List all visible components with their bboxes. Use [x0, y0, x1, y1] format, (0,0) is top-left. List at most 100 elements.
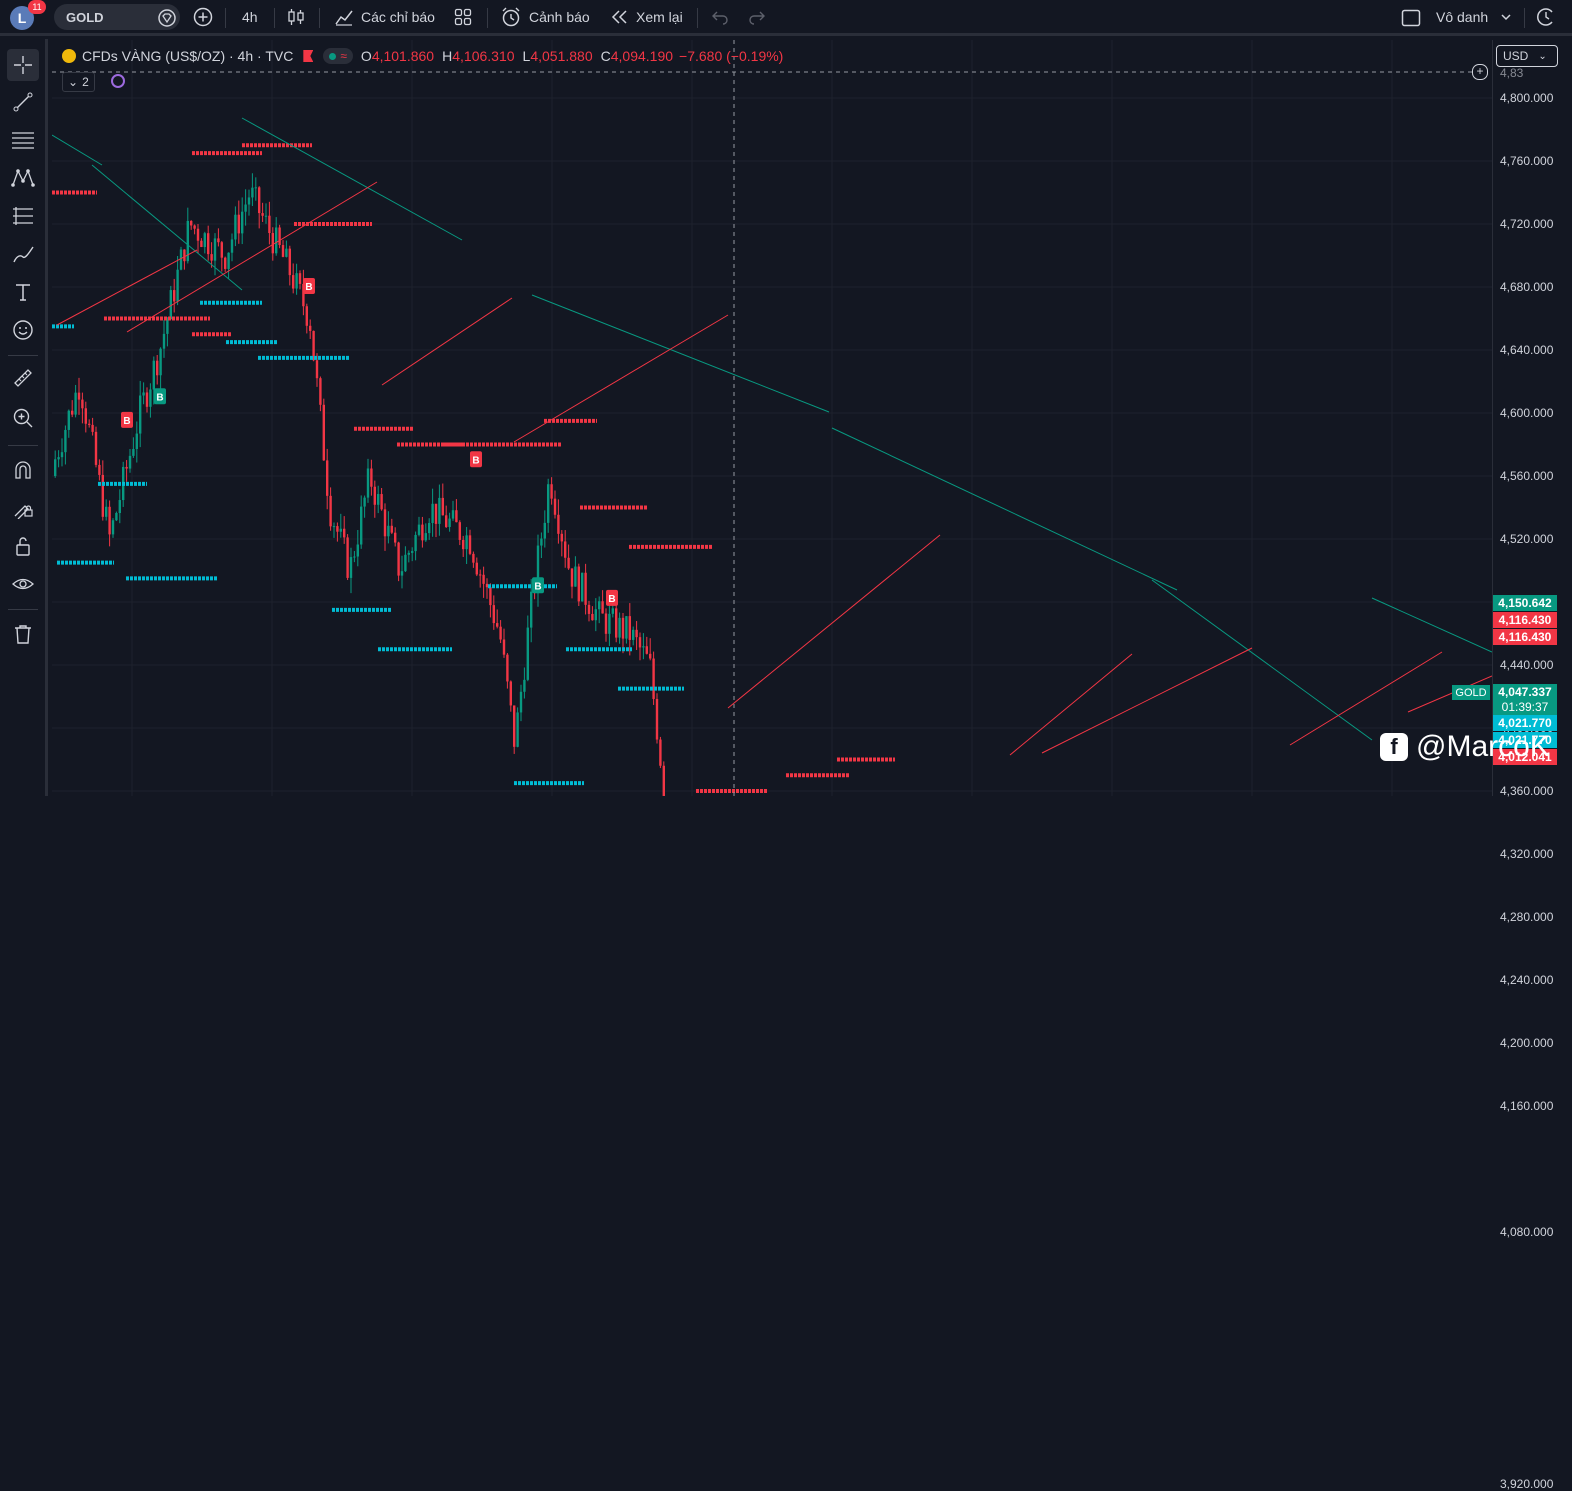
candle-body	[132, 449, 135, 456]
trend-line[interactable]	[727, 534, 941, 709]
quick-search-icon[interactable]	[1535, 6, 1557, 28]
ruler-icon[interactable]	[10, 365, 36, 391]
candle-body	[173, 290, 176, 302]
candle-body	[649, 653, 652, 659]
price-tick-label: 4,240.000	[1500, 973, 1554, 987]
price-tick-label: 4,720.000	[1500, 217, 1554, 231]
chevron-down-icon[interactable]	[1500, 12, 1512, 22]
alerts-button[interactable]: Cảnh báo	[529, 0, 590, 34]
candle-body	[581, 572, 584, 602]
candle-body	[363, 497, 366, 507]
price-tick-label: 3,920.000	[1500, 1477, 1554, 1491]
emoji-icon[interactable]	[10, 317, 36, 343]
add-price-line-icon[interactable]: +	[1472, 64, 1488, 80]
candle-body	[475, 562, 478, 575]
candle-body	[101, 474, 104, 517]
price-tag: 4,021.770	[1493, 715, 1557, 731]
templates-icon[interactable]	[454, 8, 472, 26]
price-chart[interactable]: BBBBBBBBBBBBB	[52, 40, 1492, 796]
refresh-icon[interactable]	[111, 74, 125, 88]
trend-line[interactable]	[1009, 653, 1133, 756]
text-tool-icon[interactable]	[10, 279, 36, 305]
price-tick-label: 4,440.000	[1500, 658, 1554, 672]
lock-drawing-icon[interactable]	[10, 495, 36, 521]
candle-body	[346, 537, 349, 578]
candle-body	[601, 601, 604, 614]
candle-body	[254, 187, 257, 189]
zoom-in-icon[interactable]	[10, 405, 36, 431]
replay-icon[interactable]	[610, 9, 628, 25]
layout-name-button[interactable]: Vô danh	[1436, 0, 1488, 34]
trend-line[interactable]	[1041, 647, 1253, 754]
indicators-icon[interactable]	[334, 7, 354, 27]
candle-body	[499, 626, 502, 640]
lock-icon[interactable]	[10, 533, 36, 559]
brush-icon[interactable]	[10, 241, 36, 267]
candle-body	[655, 698, 659, 740]
candle-body	[594, 609, 597, 621]
trend-line[interactable]	[241, 117, 463, 241]
candle-body	[258, 187, 261, 214]
divider	[1524, 8, 1525, 28]
trend-line[interactable]	[531, 294, 830, 413]
candle-body	[584, 572, 587, 605]
candle-body	[241, 211, 244, 234]
trend-line-icon[interactable]	[10, 89, 36, 115]
trend-line[interactable]	[1371, 597, 1492, 653]
alert-clock-icon[interactable]	[500, 6, 522, 28]
candle-body	[108, 506, 111, 535]
pattern-icon[interactable]	[10, 165, 36, 191]
candle-body	[400, 571, 404, 576]
candle-body	[176, 269, 179, 302]
symbol-title: CFDs VÀNG (US$/OZ) · 4h · TVC	[82, 48, 294, 64]
price-tag: 4,047.337	[1493, 684, 1557, 700]
status-dot-icon	[329, 52, 337, 60]
candle-body	[200, 240, 203, 248]
candle-body	[570, 568, 574, 587]
candle-body	[60, 452, 64, 458]
crosshair-icon[interactable]	[7, 49, 39, 81]
magnet-icon[interactable]	[10, 457, 36, 483]
trend-line[interactable]	[91, 164, 243, 291]
high-label: H	[442, 48, 453, 64]
trend-line[interactable]	[1151, 579, 1373, 741]
candle-body	[67, 410, 70, 430]
price-tick-label: 4,280.000	[1500, 910, 1554, 924]
redo-icon[interactable]	[748, 9, 766, 25]
add-symbol-icon[interactable]	[193, 7, 213, 27]
fib-tools-icon[interactable]	[10, 203, 36, 229]
candle-body	[105, 506, 108, 517]
replay-button[interactable]: Xem lại	[636, 0, 683, 34]
trash-icon[interactable]	[10, 621, 36, 647]
candle-body	[489, 587, 492, 606]
horizontal-lines-icon[interactable]	[10, 127, 36, 153]
candle-body	[353, 556, 356, 558]
diamond-icon[interactable]	[157, 8, 177, 28]
currency-select[interactable]: USD ⌄	[1496, 45, 1558, 67]
candle-body	[635, 629, 638, 638]
candlestick-type-icon[interactable]	[286, 7, 306, 27]
candle-body	[652, 658, 655, 699]
timeframe-button[interactable]: 4h	[242, 0, 258, 34]
trend-line[interactable]	[381, 297, 513, 386]
low-value: 4,051.880	[530, 48, 593, 64]
undo-icon[interactable]	[711, 9, 729, 25]
layout-checkbox-icon[interactable]	[1401, 8, 1421, 28]
flag-icon[interactable]	[303, 50, 314, 62]
trend-line[interactable]	[513, 314, 729, 443]
trend-line[interactable]	[831, 427, 1178, 591]
divider	[487, 8, 488, 28]
candle-body	[149, 389, 152, 407]
eye-icon[interactable]	[10, 571, 36, 597]
candle-body	[91, 424, 94, 432]
indicators-toggle[interactable]: ⌄ 2	[62, 72, 95, 92]
candle-body	[281, 245, 285, 257]
candle-body	[77, 392, 81, 400]
candle-body	[213, 238, 217, 261]
indicators-button[interactable]: Các chỉ báo	[361, 0, 435, 34]
chevron-down-icon: ⌄	[1538, 50, 1547, 62]
candle-body	[482, 574, 485, 584]
price-tag: 4,150.642	[1493, 595, 1557, 611]
candle-body	[210, 254, 213, 261]
candle-body	[642, 646, 645, 648]
